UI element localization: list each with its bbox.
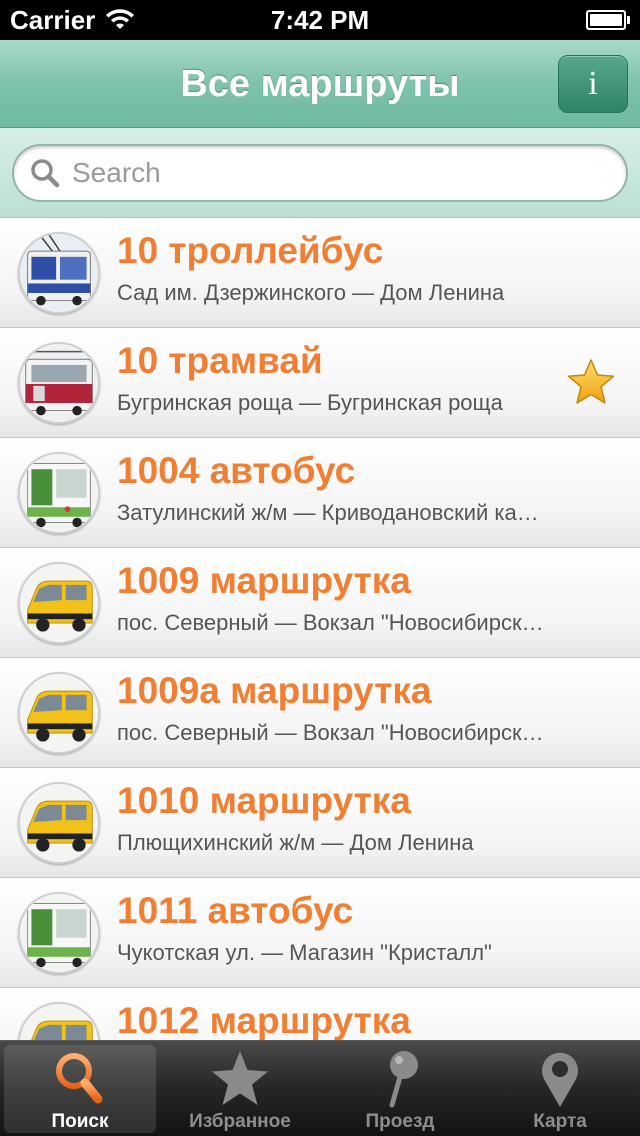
star-icon [212,1051,268,1105]
tab-label: Карта [533,1111,587,1132]
route-row[interactable]: 10 троллейбус Сад им. Дзержинского — Дом… [0,218,640,328]
route-row[interactable]: 1010 маршрутка Плющихинский ж/м — Дом Ле… [0,768,640,878]
route-row[interactable]: 1004 автобус Затулинский ж/м — Криводано… [0,438,640,548]
route-subtitle: Затулинский ж/м — Криводановский ка… [117,500,539,525]
tram-icon [18,342,100,424]
route-row[interactable]: 1009 маршрутка пос. Северный — Вокзал "Н… [0,548,640,658]
route-subtitle: Плющихинский ж/м — Дом Ленина [117,830,474,855]
tab-label: Поиск [51,1111,109,1132]
route-subtitle: пос. Северный — Вокзал "Новосибирск… [117,720,544,745]
tab-bar: Поиск Избранное Проезд Карта [0,1040,640,1136]
route-subtitle: Бугринская роща — Бугринская роща [117,390,503,415]
minibus-icon [18,782,100,864]
tab-map[interactable]: Карта [480,1041,640,1136]
route-title: 10 троллейбус [117,230,384,271]
tab-travel[interactable]: Проезд [320,1041,480,1136]
info-button[interactable]: i [558,55,628,113]
search-icon [31,159,60,188]
tab-label: Избранное [189,1111,291,1132]
tab-search[interactable]: Поиск [0,1041,160,1136]
route-row[interactable]: 10 трамвай Бугринская роща — Бугринская … [0,328,640,438]
pin-icon [389,1051,418,1108]
route-row[interactable]: 1009а маршрутка пос. Северный — Вокзал "… [0,658,640,768]
battery-icon [586,10,630,30]
route-list[interactable]: 10 троллейбус Сад им. Дзержинского — Дом… [0,218,640,1040]
search-field[interactable] [12,144,628,202]
trolleybus-icon [18,232,100,314]
bus-icon [18,892,100,974]
minibus-icon [18,1002,100,1040]
route-row[interactable]: 1011 автобус Чукотская ул. — Магазин "Кр… [0,878,640,988]
nav-bar: Все маршруты i [0,40,640,128]
route-title: 1009а маршрутка [117,670,432,711]
carrier-label: Carrier [10,4,96,35]
search-icon [56,1053,103,1104]
minibus-icon [18,562,100,644]
route-subtitle: Сад им. Дзержинского — Дом Ленина [117,280,505,305]
wifi-icon [106,9,135,29]
search-input[interactable] [72,157,592,189]
minibus-icon [18,672,100,754]
route-title: 10 трамвай [117,340,323,381]
route-subtitle: пос. Северный — Вокзал "Новосибирск… [117,610,544,635]
route-row[interactable]: 1012 маршрутка [0,988,640,1040]
map-marker-icon [542,1052,578,1107]
route-title: 1009 маршрутка [117,560,411,601]
route-title: 1011 автобус [117,890,354,931]
status-bar: Carrier 7:42 PM [0,0,640,40]
tab-label: Проезд [365,1111,435,1132]
tab-favorites[interactable]: Избранное [160,1041,320,1136]
status-left: Carrier [10,5,135,36]
route-subtitle: Чукотская ул. — Магазин "Кристалл" [117,940,492,965]
route-title: 1010 маршрутка [117,780,411,821]
bus-icon [18,452,100,534]
route-title: 1012 маршрутка [117,1000,411,1040]
search-bar [0,128,640,218]
route-title: 1004 автобус [117,450,356,491]
favorite-star-icon[interactable] [566,358,616,406]
page-title: Все маршруты [180,63,460,105]
